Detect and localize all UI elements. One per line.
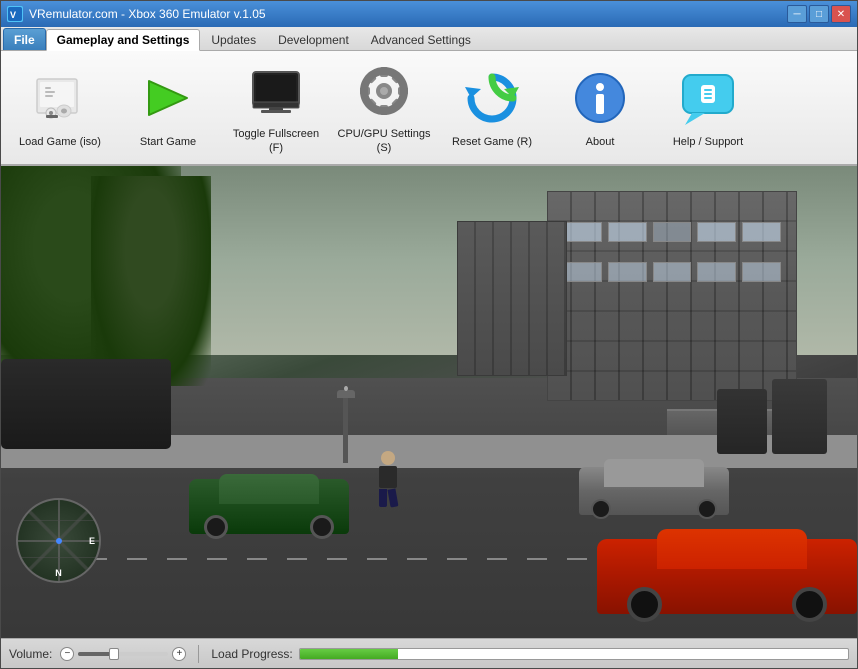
load-progress-container: Load Progress: <box>211 647 849 661</box>
reset-game-label: Reset Game (R) <box>452 136 532 149</box>
load-progress-bar <box>299 648 849 660</box>
main-building <box>547 191 797 401</box>
window-controls: ─ □ ✕ <box>787 5 851 23</box>
parked-vehicle-left <box>1 359 171 449</box>
minimap-north-label: N <box>55 568 62 578</box>
trash-bin-right2 <box>717 389 767 454</box>
tab-advanced-settings[interactable]: Advanced Settings <box>360 28 482 50</box>
help-icon <box>676 66 740 130</box>
svg-text:V: V <box>10 10 16 20</box>
reset-icon <box>460 66 524 130</box>
tab-file[interactable]: File <box>3 28 46 50</box>
player-character <box>378 451 398 506</box>
fullscreen-icon <box>244 60 308 122</box>
background-trees-left2 <box>91 176 211 386</box>
load-progress-fill <box>300 649 399 659</box>
lamp-post <box>343 398 348 463</box>
main-window: V VRemulator.com - Xbox 360 Emulator v.1… <box>0 0 858 669</box>
game-viewport: N E <box>1 166 857 638</box>
volume-thumb[interactable] <box>109 648 119 660</box>
gray-car <box>579 455 729 515</box>
status-divider <box>198 645 199 663</box>
load-game-button[interactable]: Load Game (iso) <box>6 55 114 160</box>
start-game-button[interactable]: Start Game <box>114 55 222 160</box>
green-car <box>189 464 349 534</box>
load-game-icon <box>28 66 92 130</box>
toggle-fullscreen-button[interactable]: Toggle Fullscreen (F) <box>222 55 330 160</box>
cpu-gpu-label: CPU/GPU Settings (S) <box>336 128 432 154</box>
trash-bin-right <box>772 379 827 454</box>
char-head <box>381 451 395 465</box>
minimap-east-label: E <box>89 536 95 546</box>
about-label: About <box>586 136 615 149</box>
reset-game-button[interactable]: Reset Game (R) <box>438 55 546 160</box>
minimize-button[interactable]: ─ <box>787 5 807 23</box>
close-button[interactable]: ✕ <box>831 5 851 23</box>
tab-development[interactable]: Development <box>267 28 360 50</box>
app-icon: V <box>7 6 23 22</box>
volume-slider[interactable] <box>78 652 168 656</box>
tab-gameplay[interactable]: Gameplay and Settings <box>46 29 201 51</box>
about-button[interactable]: About <box>546 55 654 160</box>
help-support-button[interactable]: Help / Support <box>654 55 762 160</box>
title-bar: V VRemulator.com - Xbox 360 Emulator v.1… <box>1 1 857 27</box>
load-progress-label: Load Progress: <box>211 647 292 661</box>
volume-decrease-button[interactable]: − <box>60 647 74 661</box>
start-game-label: Start Game <box>140 136 196 149</box>
tab-updates[interactable]: Updates <box>200 28 267 50</box>
side-building <box>457 221 567 376</box>
load-game-label: Load Game (iso) <box>19 136 101 149</box>
help-support-label: Help / Support <box>673 136 743 149</box>
start-game-icon <box>136 66 200 130</box>
volume-control[interactable]: − + <box>60 647 186 661</box>
char-legs <box>379 489 397 507</box>
settings-gear-icon <box>352 60 416 122</box>
minimap-player-dot <box>56 538 62 544</box>
red-car <box>597 514 857 614</box>
about-icon <box>568 66 632 130</box>
status-bar: Volume: − + Load Progress: <box>1 638 857 668</box>
minimap: N E <box>16 498 101 583</box>
cpu-gpu-button[interactable]: CPU/GPU Settings (S) <box>330 55 438 160</box>
game-screen: N E <box>1 166 857 638</box>
volume-label: Volume: <box>9 647 52 661</box>
volume-increase-button[interactable]: + <box>172 647 186 661</box>
title-bar-left: V VRemulator.com - Xbox 360 Emulator v.1… <box>7 6 266 22</box>
maximize-button[interactable]: □ <box>809 5 829 23</box>
menu-bar: File Gameplay and Settings Updates Devel… <box>1 27 857 51</box>
toolbar: Load Game (iso) Start Game <box>1 51 857 166</box>
fullscreen-label: Toggle Fullscreen (F) <box>228 128 324 154</box>
window-title: VRemulator.com - Xbox 360 Emulator v.1.0… <box>29 7 266 21</box>
char-body <box>379 466 397 488</box>
